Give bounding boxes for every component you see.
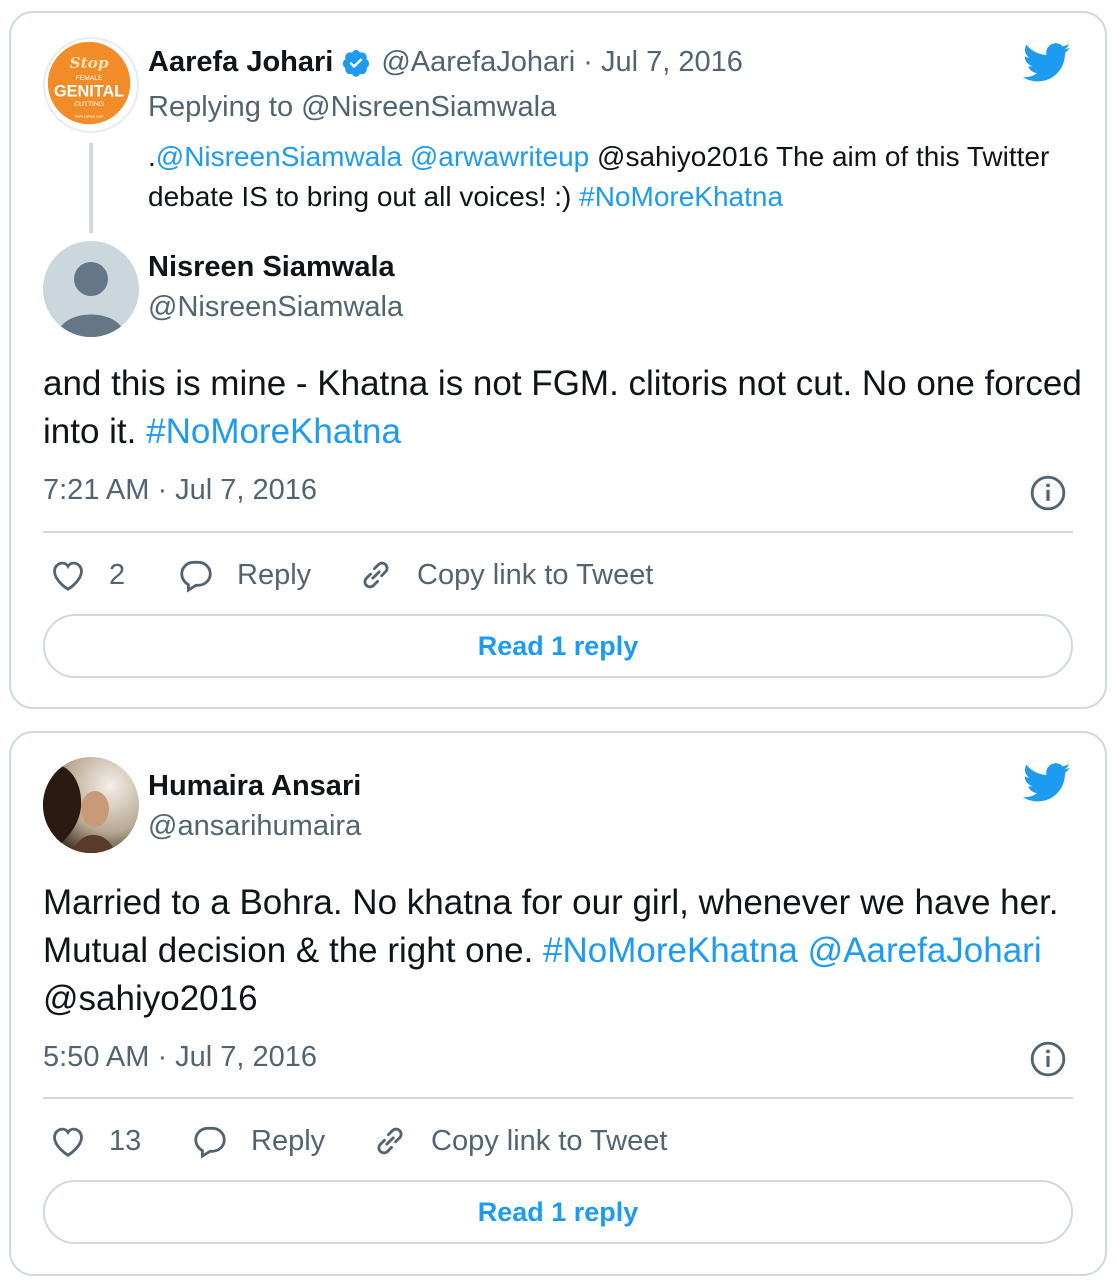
tweet-timestamp[interactable]: 5:50 AM · Jul 7, 2016 xyxy=(43,1041,317,1074)
thread-connector-line xyxy=(89,143,93,233)
action-divider xyxy=(43,1097,1073,1099)
copy-link-label: Copy link to Tweet xyxy=(417,558,654,591)
author-avatar[interactable] xyxy=(43,757,139,853)
read-reply-button[interactable]: Read 1 reply xyxy=(43,614,1073,678)
author-avatar[interactable] xyxy=(43,241,139,337)
mention-nisreensiamwala[interactable]: @NisreenSiamwala xyxy=(156,141,402,172)
logo-url-text: www.sahiyo.com xyxy=(75,115,104,119)
info-icon[interactable] xyxy=(1029,1040,1067,1078)
copy-link-label: Copy link to Tweet xyxy=(431,1124,668,1157)
link-chain-icon xyxy=(363,561,389,589)
quoted-author-row: Aarefa Johari @AarefaJohari · Jul 7, 201… xyxy=(148,46,743,79)
hashtag-nomorekhatna[interactable]: #NoMoreKhatna xyxy=(543,931,798,970)
reply-button[interactable]: Reply xyxy=(177,556,311,594)
author-name[interactable]: Nisreen Siamwala xyxy=(148,251,395,284)
quoted-tweet-text: .@NisreenSiamwala @arwawriteup @sahiyo20… xyxy=(148,137,1068,217)
quoted-author-avatar[interactable]: Stop FEMALE GENITAL CUTTING www.sahiyo.c… xyxy=(43,37,139,133)
replying-to-line: Replying to @NisreenSiamwala xyxy=(148,91,556,124)
heart-icon xyxy=(53,561,83,591)
author-handle[interactable]: @NisreenSiamwala xyxy=(148,291,403,324)
copy-link-button[interactable]: Copy link to Tweet xyxy=(371,1122,667,1160)
quoted-text-lead: . xyxy=(148,141,156,172)
replying-to-prefix: Replying to xyxy=(148,91,302,123)
tweet-card-1[interactable]: Stop FEMALE GENITAL CUTTING www.sahiyo.c… xyxy=(9,11,1107,709)
logo-cutting-text: CUTTING xyxy=(74,101,104,108)
logo-genital-text: GENITAL xyxy=(54,83,124,101)
logo-female-text: FEMALE xyxy=(76,75,103,82)
reply-label: Reply xyxy=(237,558,312,591)
copy-link-button[interactable]: Copy link to Tweet xyxy=(357,556,653,594)
like-count: 2 xyxy=(109,558,126,591)
heart-icon xyxy=(53,1127,83,1157)
action-divider xyxy=(43,531,1073,533)
quoted-author-name[interactable]: Aarefa Johari xyxy=(148,46,333,79)
tweet-text: and this is mine - Khatna is not FGM. cl… xyxy=(43,360,1083,456)
verified-badge-icon xyxy=(343,49,370,77)
mention-arwawriteup[interactable]: @arwawriteup xyxy=(410,141,589,172)
speech-bubble-icon xyxy=(194,1126,226,1159)
quoted-author-handle[interactable]: @AarefaJohari xyxy=(381,46,575,79)
mention-aarefajohari[interactable]: @AarefaJohari xyxy=(808,931,1042,970)
author-name[interactable]: Humaira Ansari xyxy=(148,770,361,803)
profile-photo-icon xyxy=(43,757,139,853)
info-icon[interactable] xyxy=(1029,474,1067,512)
like-button[interactable]: 13 xyxy=(49,1122,141,1160)
like-count: 13 xyxy=(109,1124,142,1157)
tweet-timestamp[interactable]: 7:21 AM · Jul 7, 2016 xyxy=(43,474,317,507)
reply-label: Reply xyxy=(251,1124,326,1157)
hashtag-nomorekhatna[interactable]: #NoMoreKhatna xyxy=(579,181,783,212)
reply-button[interactable]: Reply xyxy=(191,1122,325,1160)
read-reply-button[interactable]: Read 1 reply xyxy=(43,1180,1073,1244)
tweet-text: Married to a Bohra. No khatna for our gi… xyxy=(43,879,1083,1023)
replying-to-handle[interactable]: @NisreenSiamwala xyxy=(301,91,556,123)
quoted-date[interactable]: · Jul 7, 2016 xyxy=(583,46,743,79)
tweet-card-2[interactable]: Humaira Ansari @ansarihumaira Married to… xyxy=(9,731,1107,1276)
logo-stop-text: Stop xyxy=(70,54,109,72)
link-chain-icon xyxy=(377,1127,403,1155)
stop-fgc-logo-icon: Stop FEMALE GENITAL CUTTING www.sahiyo.c… xyxy=(47,41,131,125)
twitter-bird-icon[interactable] xyxy=(1023,43,1071,83)
twitter-bird-icon[interactable] xyxy=(1023,763,1071,803)
author-handle[interactable]: @ansarihumaira xyxy=(148,810,361,843)
default-profile-icon xyxy=(57,262,125,337)
hashtag-nomorekhatna[interactable]: #NoMoreKhatna xyxy=(146,412,401,451)
speech-bubble-icon xyxy=(180,560,212,593)
tweet-text-tail: @sahiyo2016 xyxy=(43,979,258,1018)
like-button[interactable]: 2 xyxy=(49,556,125,594)
